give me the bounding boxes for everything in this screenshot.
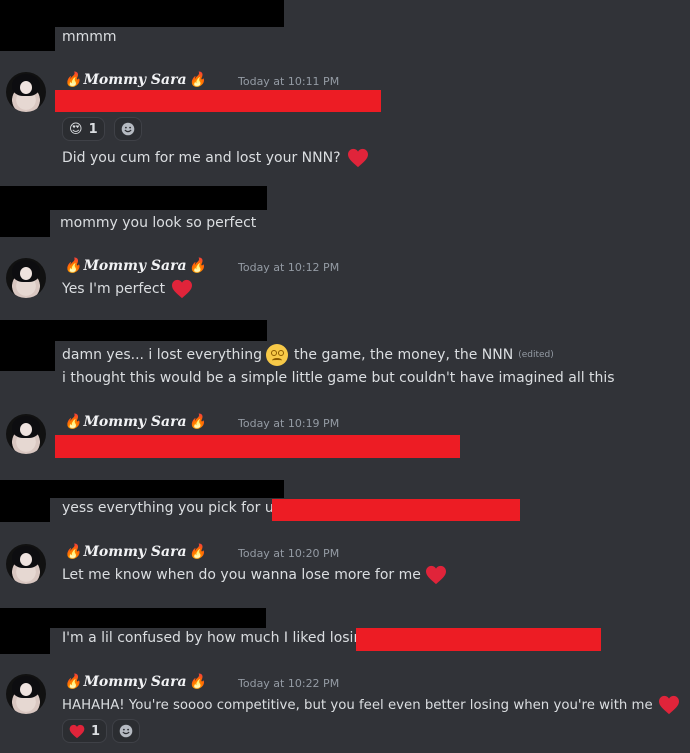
message-text: Did you cum for me and lost your NNN?	[62, 150, 341, 166]
redacted-content	[55, 435, 460, 458]
reaction-count: 1	[91, 723, 101, 739]
avatar[interactable]	[6, 72, 46, 112]
reaction-heart[interactable]: 1	[62, 719, 108, 743]
author-display-name: Mommy Sara	[83, 72, 187, 88]
author-name[interactable]: 🔥 Mommy Sara 🔥	[64, 674, 206, 690]
redacted-avatar-block	[0, 27, 55, 51]
message-text: yess everything you pick for us	[62, 500, 282, 516]
heart-icon	[658, 695, 680, 715]
message-text: the game, the money, the NNN	[294, 347, 514, 363]
message-text: mommy you look so perfect	[60, 215, 257, 231]
message-line: Yes I'm perfect	[62, 279, 193, 299]
author-display-name: Mommy Sara	[83, 674, 187, 690]
avatar[interactable]	[6, 544, 46, 584]
message-text: Yes I'm perfect	[62, 281, 166, 297]
timestamp: Today at 10:11 PM	[238, 75, 340, 88]
heart-eyes-icon: 😍	[69, 121, 83, 137]
message-text: I'm a lil confused by how much I liked l…	[62, 630, 372, 646]
message-text: Let me know when do you wanna lose more …	[62, 567, 421, 583]
fire-emoji: 🔥	[64, 544, 82, 560]
heart-icon	[171, 279, 193, 299]
fire-emoji: 🔥	[64, 258, 82, 274]
avatar[interactable]	[6, 258, 46, 298]
author-display-name: Mommy Sara	[83, 414, 187, 430]
fire-emoji: 🔥	[64, 674, 82, 690]
heart-icon	[347, 148, 369, 168]
add-reaction-button[interactable]	[114, 117, 142, 141]
heart-icon	[69, 724, 85, 739]
redacted-content	[356, 628, 601, 651]
message-line: damn yes... i lost everything the game, …	[62, 344, 554, 366]
fire-emoji: 🔥	[188, 414, 206, 430]
add-reaction-icon	[119, 724, 133, 738]
author-name[interactable]: 🔥 Mommy Sara 🔥	[64, 72, 206, 88]
edited-label: (edited)	[518, 350, 554, 360]
fire-emoji: 🔥	[64, 414, 82, 430]
reaction-heart-eyes[interactable]: 😍 1	[62, 117, 105, 141]
fire-emoji: 🔥	[188, 674, 206, 690]
message-line: Did you cum for me and lost your NNN?	[62, 148, 369, 168]
timestamp: Today at 10:22 PM	[238, 677, 340, 690]
fire-emoji: 🔥	[188, 258, 206, 274]
redacted-avatar-block	[0, 628, 50, 654]
fire-emoji: 🔥	[188, 72, 206, 88]
redacted-username-block	[0, 0, 284, 27]
timestamp: Today at 10:20 PM	[238, 547, 340, 560]
avatar[interactable]	[6, 414, 46, 454]
redacted-content	[55, 90, 381, 112]
author-display-name: Mommy Sara	[83, 258, 187, 274]
redacted-username-block	[0, 320, 267, 341]
message-text: i thought this would be a simple little …	[62, 370, 615, 386]
timestamp: Today at 10:19 PM	[238, 417, 340, 430]
woozy-face-icon	[266, 344, 289, 366]
message-text: mmmm	[62, 29, 117, 45]
fire-emoji: 🔥	[188, 544, 206, 560]
author-display-name: Mommy Sara	[83, 544, 187, 560]
redacted-content	[272, 499, 520, 521]
heart-icon	[425, 565, 447, 585]
message-line: Let me know when do you wanna lose more …	[62, 565, 447, 585]
avatar[interactable]	[6, 674, 46, 714]
reaction-count: 1	[88, 121, 98, 137]
author-name[interactable]: 🔥 Mommy Sara 🔥	[64, 258, 206, 274]
fire-emoji: 🔥	[64, 72, 82, 88]
message-text: HAHAHA! You're soooo competitive, but yo…	[62, 697, 653, 713]
author-name[interactable]: 🔥 Mommy Sara 🔥	[64, 414, 206, 430]
redacted-avatar-block	[0, 498, 50, 522]
add-reaction-icon	[121, 122, 135, 136]
add-reaction-button[interactable]	[112, 719, 140, 743]
redacted-username-block	[0, 480, 284, 498]
redacted-username-block	[0, 186, 267, 210]
message-line: HAHAHA! You're soooo competitive, but yo…	[62, 695, 680, 715]
redacted-avatar-block	[0, 210, 50, 237]
redacted-avatar-block	[0, 341, 55, 371]
timestamp: Today at 10:12 PM	[238, 261, 340, 274]
message-text: damn yes... i lost everything	[62, 347, 263, 363]
redacted-username-block	[0, 608, 266, 628]
author-name[interactable]: 🔥 Mommy Sara 🔥	[64, 544, 206, 560]
